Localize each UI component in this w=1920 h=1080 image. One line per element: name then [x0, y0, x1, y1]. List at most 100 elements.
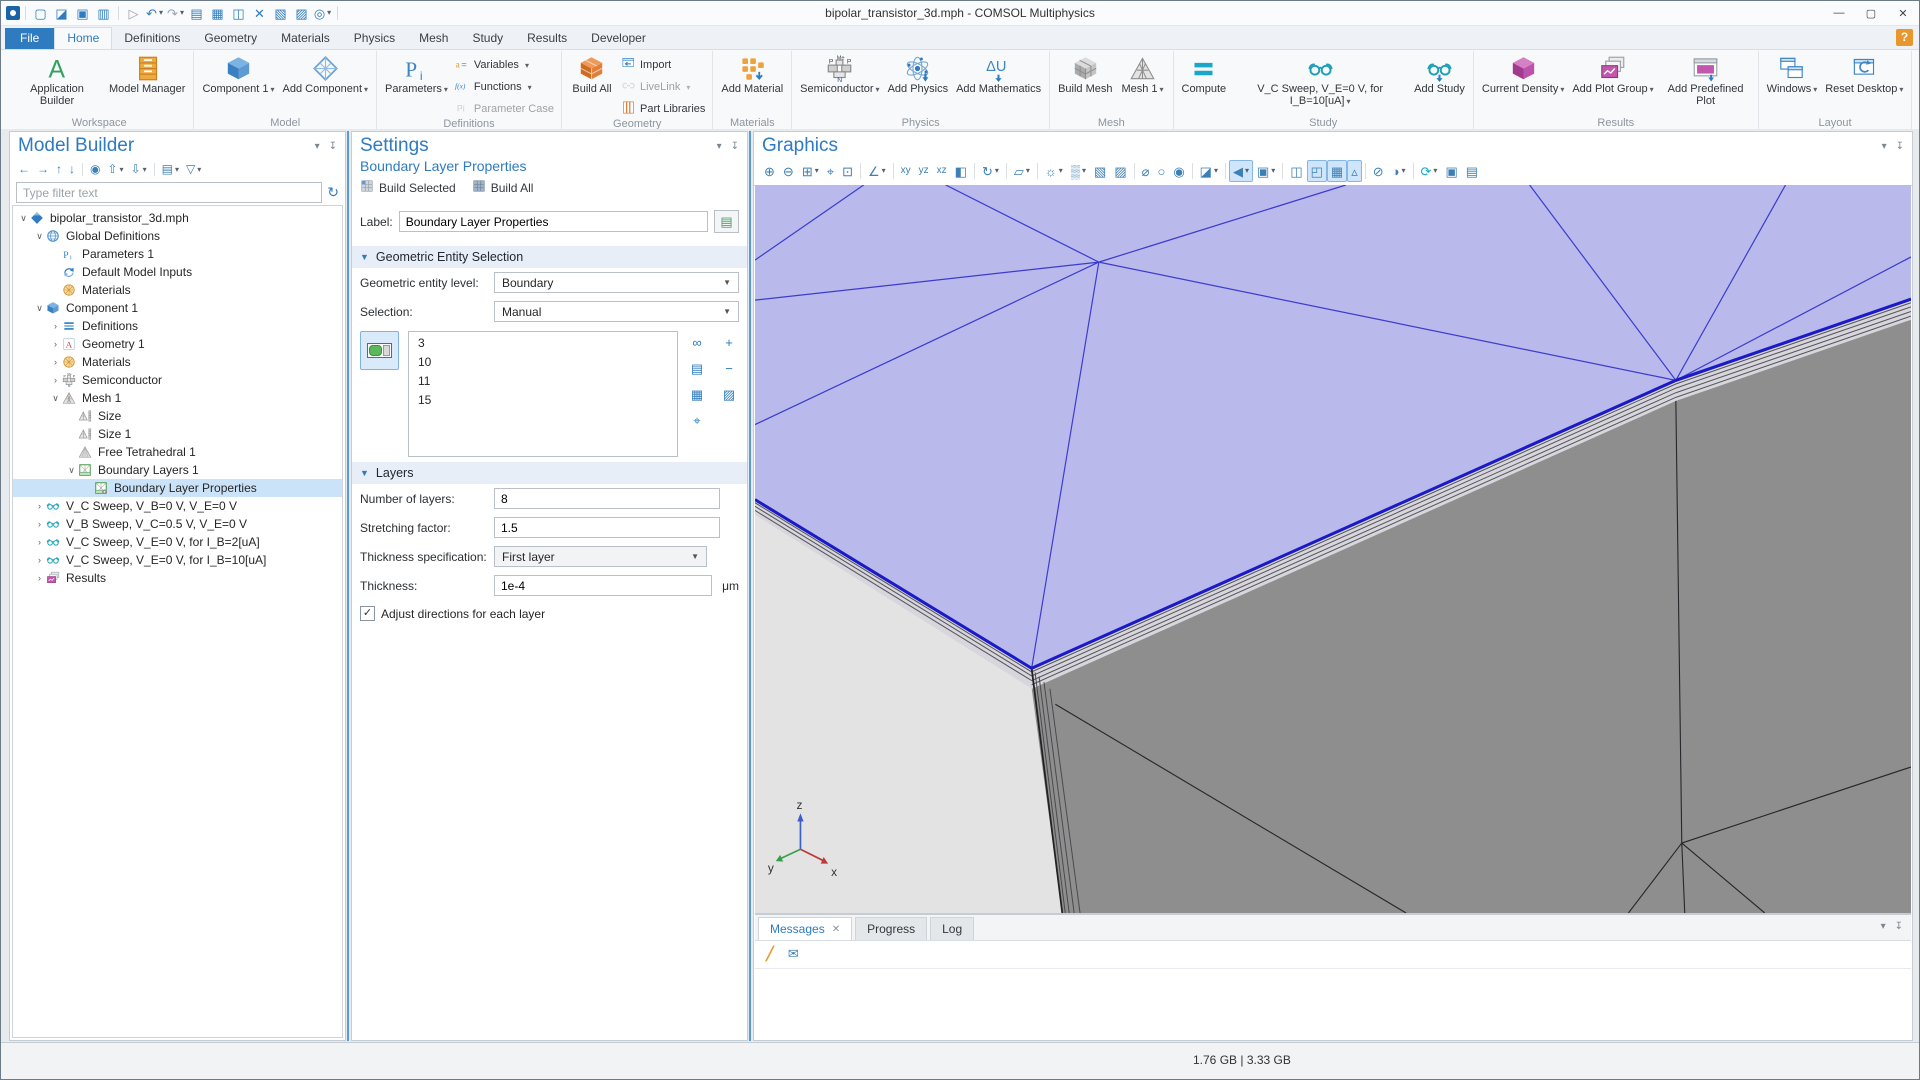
- add-to-selection-icon[interactable]: +: [719, 332, 739, 356]
- open-message-window-icon[interactable]: ✉: [786, 945, 801, 963]
- tree-item-component-1[interactable]: ∨Component 1: [13, 299, 342, 317]
- select-entities-icon[interactable]: ▧: [1090, 160, 1110, 182]
- expander-closed-icon[interactable]: ›: [49, 321, 62, 331]
- tree-item-definitions[interactable]: ›Definitions: [13, 317, 342, 335]
- print-icon[interactable]: ▤: [1462, 160, 1482, 182]
- create-selection-icon[interactable]: ∞: [687, 332, 707, 356]
- import-button[interactable]: Import: [621, 56, 705, 74]
- pin-icon[interactable]: ↧: [329, 141, 337, 152]
- tab-developer[interactable]: Developer: [579, 28, 658, 49]
- scene-setup-icon[interactable]: ▣▾: [1253, 160, 1279, 182]
- selection-list-item[interactable]: 11: [409, 372, 677, 391]
- add-material-button[interactable]: Add Material: [717, 51, 787, 95]
- graphics-canvas[interactable]: z y x: [755, 185, 1911, 913]
- tree-item-bipolar-transistor-3d-mph[interactable]: ∨bipolar_transistor_3d.mph: [13, 209, 342, 227]
- show-axis-icon[interactable]: ◰: [1307, 160, 1327, 182]
- add-predefined-plot-button[interactable]: Add Predefined Plot: [1658, 51, 1754, 107]
- thickness-specification-select[interactable]: First layer ▼: [494, 546, 707, 567]
- maximize-button[interactable]: ▢: [1855, 2, 1887, 25]
- selection-list[interactable]: 3101115: [408, 331, 678, 457]
- tree-item-v-c-sweep-v-e-0-v-for-i-b-2-ua[interactable]: ›V_C Sweep, V_E=0 V, for I_B=2[uA]: [13, 533, 342, 551]
- view-xz-icon[interactable]: xz: [933, 160, 951, 182]
- tree-item-results[interactable]: ›Results: [13, 569, 342, 587]
- close-button[interactable]: ✕: [1887, 2, 1919, 25]
- build-selected-button[interactable]: Build Selected: [360, 179, 456, 196]
- fit-window-icon[interactable]: ⊡: [838, 160, 857, 182]
- back-icon[interactable]: ←: [16, 160, 32, 178]
- expander-closed-icon[interactable]: ›: [33, 537, 46, 547]
- view-hidden-icon[interactable]: ◉: [1169, 160, 1188, 182]
- expander-open-icon[interactable]: ∨: [49, 393, 62, 404]
- pin-icon[interactable]: ↧: [1895, 921, 1903, 932]
- copy-icon[interactable]: ▤: [187, 4, 206, 22]
- section-geometric-entity-selection[interactable]: ▼ Geometric Entity Selection: [352, 246, 747, 268]
- tree-item-v-c-sweep-v-b-0-v-v-e-0-v[interactable]: ›V_C Sweep, V_B=0 V, V_E=0 V: [13, 497, 342, 515]
- projection-icon[interactable]: ◧: [951, 160, 971, 182]
- update-icon[interactable]: ⟳▾: [1417, 160, 1442, 182]
- sound-icon[interactable]: ◀▾: [1229, 160, 1253, 182]
- add-mathematics-button[interactable]: ΔUAdd Mathematics: [952, 51, 1045, 95]
- add-component-button[interactable]: Add Component▾: [279, 51, 373, 96]
- tree-item-boundary-layers-1[interactable]: ∨Boundary Layers 1: [13, 461, 342, 479]
- tab-file[interactable]: File: [5, 28, 54, 49]
- clear-selection-icon[interactable]: ▨: [719, 384, 739, 408]
- expander-open-icon[interactable]: ∨: [33, 231, 46, 242]
- tab-mesh[interactable]: Mesh: [407, 28, 460, 49]
- stretching-factor-input[interactable]: [494, 517, 720, 538]
- copy-selection-icon[interactable]: ▤: [687, 358, 707, 382]
- tree-item-mesh-1[interactable]: ∨Mesh 1: [13, 389, 342, 407]
- show-mesh-icon[interactable]: ▵: [1347, 160, 1362, 182]
- tab-physics[interactable]: Physics: [342, 28, 407, 49]
- zoom-extents-icon[interactable]: ⌖: [823, 160, 838, 182]
- show-hidden-icon[interactable]: ○: [1153, 160, 1169, 182]
- number-of-layers-input[interactable]: [494, 488, 720, 509]
- expander-open-icon[interactable]: ∨: [17, 213, 30, 224]
- model-tree-nodes-icon[interactable]: ▤▾: [160, 160, 181, 178]
- save-as-icon[interactable]: ▥: [94, 4, 113, 22]
- pin-icon[interactable]: ↧: [731, 141, 739, 152]
- selection-select[interactable]: Manual ▼: [494, 301, 739, 322]
- variables-button[interactable]: a=Variables▾: [455, 56, 554, 74]
- tab-geometry[interactable]: Geometry: [192, 28, 269, 49]
- tree-item-boundary-layer-properties[interactable]: Boundary Layer Properties: [13, 479, 342, 497]
- orthographic-icon[interactable]: ◫: [1286, 160, 1306, 182]
- deselect-entities-icon[interactable]: ▨: [1110, 160, 1130, 182]
- move-down-icon[interactable]: ↓: [67, 160, 77, 178]
- zoom-search-icon[interactable]: ◎▾: [313, 4, 332, 22]
- add-plot-group-button[interactable]: Add Plot Group▾: [1568, 51, 1657, 96]
- move-up-icon[interactable]: ↑: [54, 160, 64, 178]
- activate-selection-toggle[interactable]: [360, 331, 399, 370]
- rotate-icon[interactable]: ↻▾: [978, 160, 1003, 182]
- tree-item-global-definitions[interactable]: ∨Global Definitions: [13, 227, 342, 245]
- tree-item-size[interactable]: Size: [13, 407, 342, 425]
- paste-selection-icon[interactable]: ▦: [687, 384, 707, 408]
- parameters-button[interactable]: PiParameters▾: [381, 51, 452, 96]
- show-grid-icon[interactable]: ▦: [1327, 160, 1347, 182]
- minimize-button[interactable]: —: [1823, 2, 1855, 25]
- expander-open-icon[interactable]: ∨: [33, 303, 46, 314]
- run-icon[interactable]: ▷: [124, 4, 143, 22]
- tab-materials[interactable]: Materials: [269, 28, 342, 49]
- splitter-left[interactable]: [347, 131, 349, 1041]
- tab-messages[interactable]: Messages✕: [758, 917, 852, 940]
- tab-study[interactable]: Study: [460, 28, 515, 49]
- hide-labels-icon[interactable]: ⊘: [1369, 160, 1388, 182]
- zoom-box-icon[interactable]: ⊞▾: [798, 160, 823, 182]
- build-mesh-button[interactable]: Build Mesh: [1054, 51, 1116, 95]
- expander-closed-icon[interactable]: ›: [33, 555, 46, 565]
- clip-plane-icon[interactable]: ◪▾: [1196, 160, 1222, 182]
- zoom-in-icon[interactable]: ⊕: [760, 160, 779, 182]
- windows-button[interactable]: Windows▾: [1763, 51, 1822, 96]
- selection-list-item[interactable]: 10: [409, 353, 677, 372]
- thickness-input[interactable]: [494, 575, 712, 596]
- view-xy-icon[interactable]: xy: [897, 160, 915, 182]
- splitter-right[interactable]: [749, 131, 751, 1041]
- duplicate-icon[interactable]: ◫: [229, 4, 248, 22]
- selection-list-item[interactable]: 3: [409, 334, 677, 353]
- tree-item-semiconductor[interactable]: ›PMePNSemiconductor: [13, 371, 342, 389]
- scene-light-icon[interactable]: ☼▾: [1041, 160, 1067, 182]
- clear-selection-icon[interactable]: ▨: [292, 4, 311, 22]
- tree-item-size-1[interactable]: Size 1: [13, 425, 342, 443]
- part-libraries-button[interactable]: Part Libraries: [621, 100, 705, 118]
- collapse-icon[interactable]: ⇩▾: [129, 160, 149, 178]
